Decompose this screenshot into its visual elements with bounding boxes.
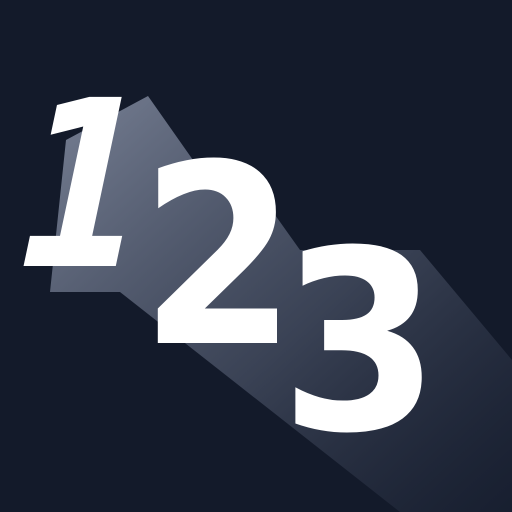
long-shadow-shape [50,96,512,512]
app-icon-123: 1 2 3 [0,0,512,512]
long-shadow-graphic [50,96,512,512]
